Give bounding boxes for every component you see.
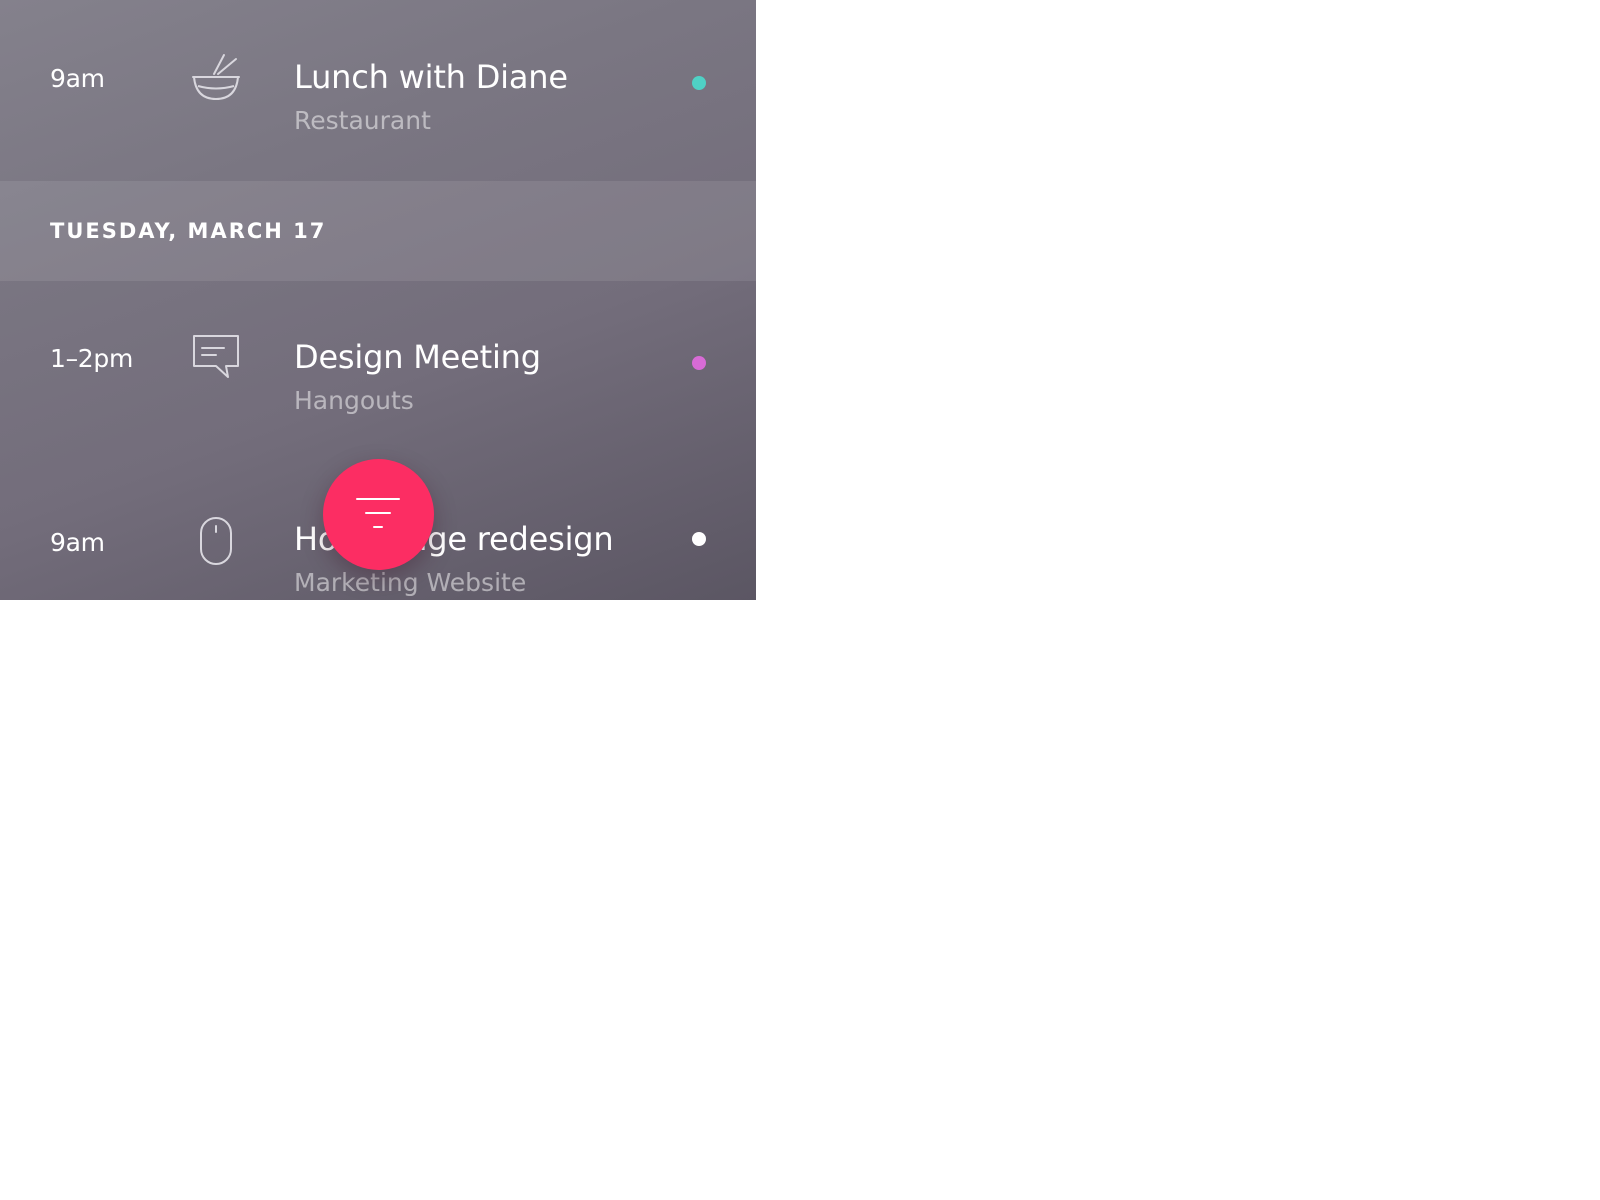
day-header: TUESDAY, MARCH 17 (0, 181, 756, 281)
event-row-lunch[interactable]: 9am Lunch with Diane Restaurant (0, 0, 756, 181)
day-header-label: TUESDAY, MARCH 17 (50, 219, 327, 243)
event-subtitle: Restaurant (294, 106, 431, 135)
chat-bubble-icon (188, 333, 244, 389)
agenda-panel: 9am Lunch with Diane Restaurant TUESDAY,… (0, 0, 756, 600)
event-time: 9am (50, 528, 105, 557)
event-subtitle: Hangouts (294, 386, 414, 415)
event-title: Lunch with Diane (294, 58, 568, 96)
event-time: 9am (50, 64, 105, 93)
status-dot (692, 356, 706, 370)
mouse-icon (188, 515, 244, 571)
event-title: Design Meeting (294, 338, 541, 376)
status-dot (692, 532, 706, 546)
filter-icon (356, 498, 400, 528)
event-row-design-meeting[interactable]: 1–2pm Design Meeting Hangouts (0, 281, 756, 451)
bowl-chopsticks-icon (188, 52, 244, 108)
status-dot (692, 76, 706, 90)
event-subtitle: Marketing Website (294, 568, 527, 597)
event-time: 1–2pm (50, 344, 134, 373)
filter-button[interactable] (323, 459, 434, 570)
